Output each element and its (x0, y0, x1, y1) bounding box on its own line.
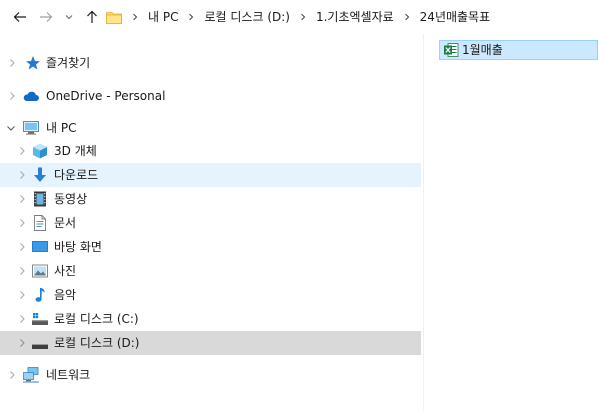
nav-item-documents[interactable]: 문서 (0, 211, 421, 235)
nav-item-onedrive[interactable]: OneDrive - Personal (0, 84, 421, 108)
breadcrumb-separator-icon[interactable] (128, 5, 142, 29)
nav-item-music[interactable]: 음악 (0, 283, 421, 307)
breadcrumb-drive-d[interactable]: 로컬 디스크 (D:) (198, 5, 295, 29)
folder-icon (106, 12, 122, 24)
nav-label: 내 PC (46, 121, 77, 135)
chevron-right-icon[interactable] (16, 193, 28, 205)
chevron-right-icon[interactable] (16, 241, 28, 253)
computer-icon (23, 121, 39, 135)
nav-item-3d-objects[interactable]: 3D 개체 (0, 139, 421, 163)
navigation-pane: 즐겨찾기 OneDrive - Personal 내 PC 3D 개체 다운로드… (0, 44, 421, 411)
chevron-down-icon (65, 15, 73, 20)
document-icon (34, 215, 46, 231)
nav-label: 네트워크 (46, 368, 91, 382)
chevron-right-icon[interactable] (6, 90, 18, 102)
breadcrumb-this-pc[interactable]: 내 PC (142, 5, 184, 29)
chevron-right-icon[interactable] (16, 145, 28, 157)
chevron-right-icon[interactable] (16, 289, 28, 301)
file-name: 1월매출 (462, 43, 503, 57)
nav-item-downloads[interactable]: 다운로드 (0, 163, 421, 187)
nav-label: 바탕 화면 (54, 240, 102, 254)
breadcrumb-current-folder[interactable]: 24년매출목표 (414, 5, 496, 29)
drive-icon (32, 344, 48, 349)
arrow-left-icon (13, 12, 26, 22)
excel-file-icon (444, 43, 459, 57)
nav-label: 다운로드 (54, 168, 99, 182)
nav-item-videos[interactable]: 동영상 (0, 187, 421, 211)
arrow-up-icon (87, 10, 97, 23)
picture-icon (32, 264, 48, 278)
nav-label: OneDrive - Personal (46, 89, 166, 103)
nav-label: 사진 (54, 264, 77, 278)
download-arrow-icon (34, 167, 46, 182)
nav-label: 음악 (54, 288, 77, 302)
nav-label: 동영상 (54, 192, 88, 206)
nav-label: 3D 개체 (54, 144, 97, 158)
system-drive-icon (32, 313, 48, 325)
nav-item-network[interactable]: 네트워크 (0, 363, 421, 387)
film-strip-icon (34, 191, 46, 207)
cube-icon (33, 143, 47, 159)
chevron-right-icon[interactable] (16, 337, 28, 349)
cloud-icon (23, 91, 39, 101)
chevron-right-icon[interactable] (16, 169, 28, 181)
navigation-bar: 내 PC 로컬 디스크 (D:) 1.기초엑셀자료 24년매출목표 (0, 0, 598, 34)
music-note-icon (35, 288, 45, 302)
arrow-right-icon (40, 12, 53, 22)
breadcrumb-separator-icon[interactable] (296, 5, 310, 29)
nav-label: 문서 (54, 216, 77, 230)
desktop-icon (32, 241, 48, 252)
pane-divider[interactable] (423, 34, 424, 411)
network-icon (23, 367, 39, 383)
back-button[interactable] (10, 0, 30, 34)
nav-label: 로컬 디스크 (C:) (54, 312, 139, 326)
chevron-right-icon[interactable] (6, 369, 18, 381)
chevron-right-icon[interactable] (16, 313, 28, 325)
forward-button[interactable] (36, 0, 56, 34)
file-item[interactable]: 1월매출 (439, 40, 598, 60)
breadcrumb-folder[interactable]: 1.기초엑셀자료 (310, 5, 400, 29)
nav-item-drive-d[interactable]: 로컬 디스크 (D:) (0, 331, 421, 355)
breadcrumb[interactable]: 내 PC 로컬 디스크 (D:) 1.기초엑셀자료 24년매출목표 (106, 5, 598, 29)
nav-item-desktop[interactable]: 바탕 화면 (0, 235, 421, 259)
chevron-right-icon[interactable] (6, 57, 18, 69)
nav-item-drive-c[interactable]: 로컬 디스크 (C:) (0, 307, 421, 331)
star-icon (26, 56, 40, 70)
nav-item-this-pc[interactable]: 내 PC (0, 116, 421, 140)
recent-locations-button[interactable] (62, 0, 76, 34)
nav-item-quick-access[interactable]: 즐겨찾기 (0, 51, 421, 75)
nav-label: 로컬 디스크 (D:) (54, 336, 140, 350)
up-button[interactable] (82, 0, 102, 34)
breadcrumb-separator-icon[interactable] (400, 5, 414, 29)
nav-item-pictures[interactable]: 사진 (0, 259, 421, 283)
chevron-right-icon[interactable] (16, 265, 28, 277)
chevron-down-icon[interactable] (5, 122, 17, 134)
breadcrumb-separator-icon[interactable] (184, 5, 198, 29)
chevron-right-icon[interactable] (16, 217, 28, 229)
nav-label: 즐겨찾기 (46, 56, 91, 70)
